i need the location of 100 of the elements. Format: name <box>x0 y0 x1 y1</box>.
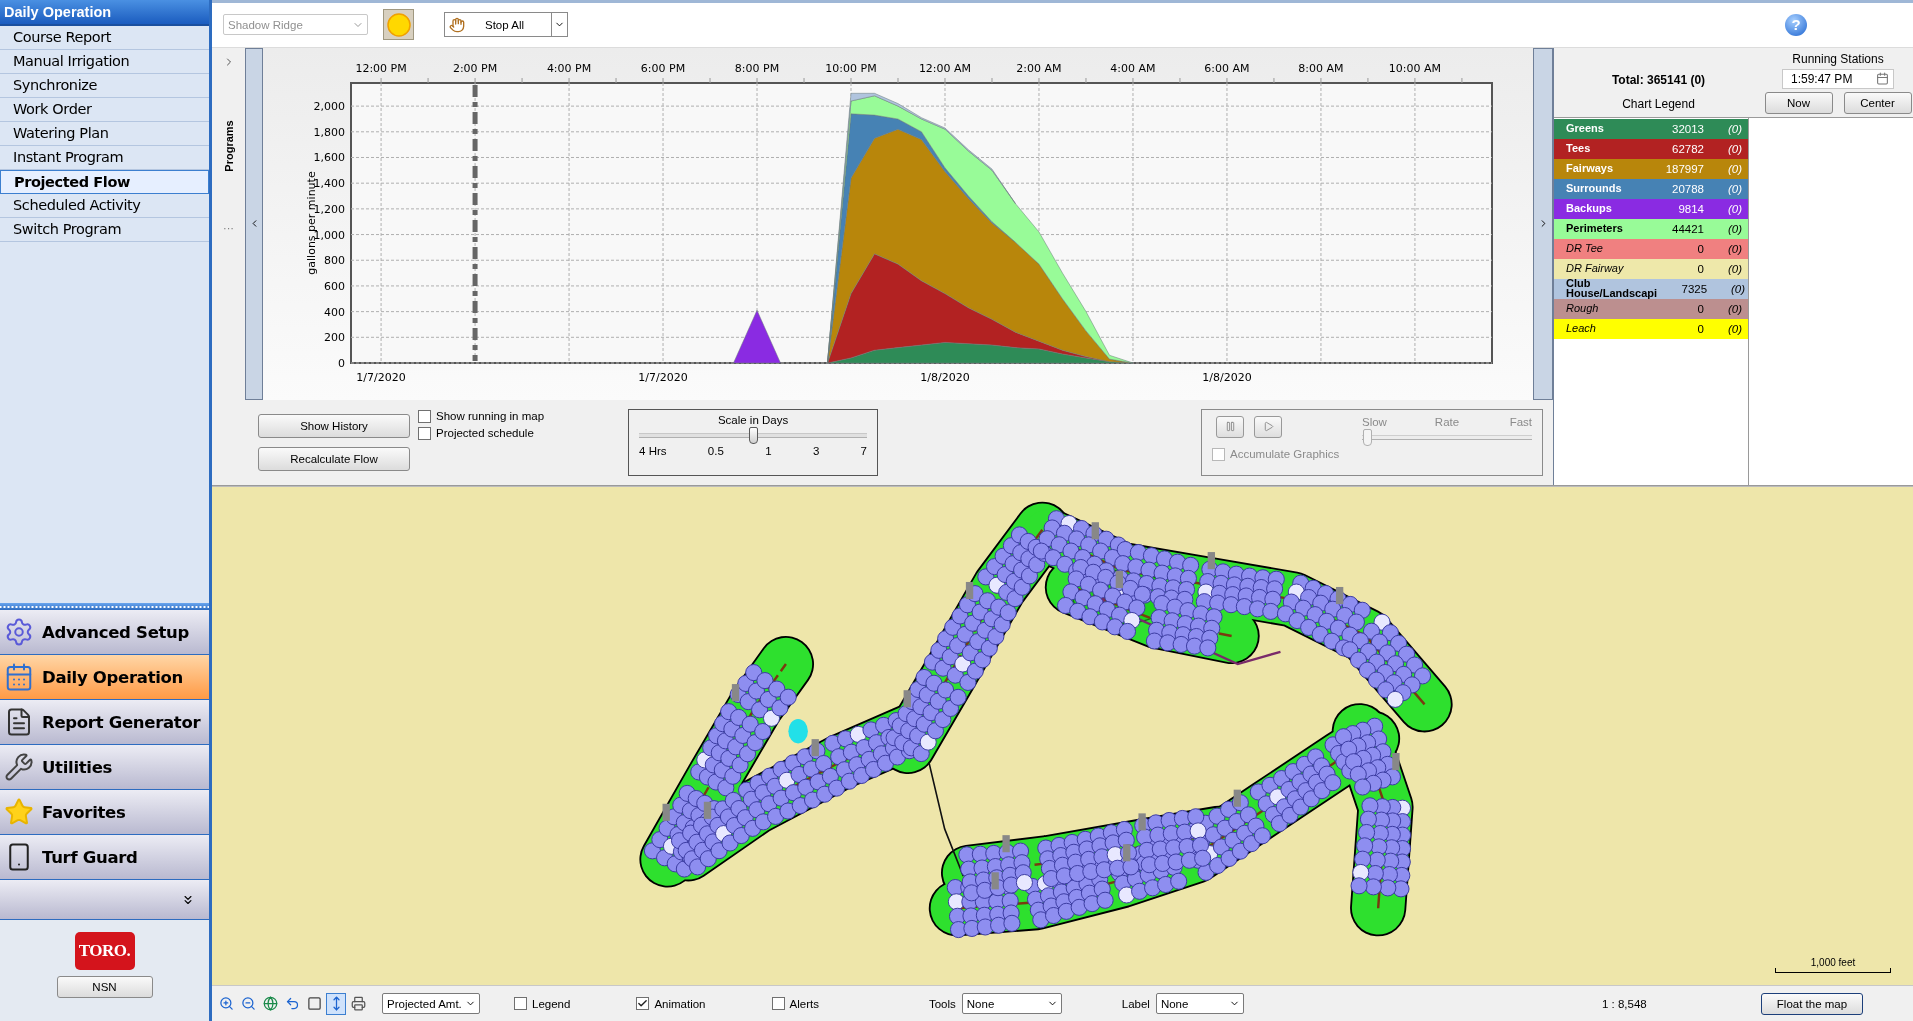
panel-button[interactable]: Now <box>1764 91 1833 114</box>
nav-button[interactable]: Advanced Setup <box>0 610 209 655</box>
print-icon <box>350 996 366 1012</box>
float-map-button[interactable]: Float the map <box>1761 992 1863 1015</box>
legend-name: DR Tee <box>1566 244 1604 254</box>
axis-label: 2,000 <box>313 100 345 113</box>
rate-title: Rate <box>1434 415 1460 428</box>
checkbox[interactable] <box>636 997 650 1011</box>
splitter-handle[interactable] <box>0 603 209 610</box>
slider-label: Fast <box>1508 415 1532 428</box>
legend-name: Rough <box>1566 304 1600 314</box>
checkbox-label: Legend <box>532 997 571 1010</box>
square-icon <box>306 996 322 1012</box>
tools-select[interactable]: None <box>961 993 1062 1015</box>
zoom-in-icon <box>218 996 234 1012</box>
checkbox[interactable] <box>418 409 431 423</box>
checkbox[interactable] <box>771 997 785 1011</box>
legend-name: Tees <box>1566 144 1592 154</box>
legend-count: (0) <box>1726 322 1742 335</box>
axis-label: 4:00 AM <box>1110 61 1156 75</box>
action-button[interactable]: Recalculate Flow <box>258 446 410 471</box>
legend-count: (0) <box>1726 242 1742 255</box>
axis-label: 2:00 PM <box>452 61 498 75</box>
axis-label: 12:00 AM <box>918 61 972 75</box>
axis-label: 8:00 PM <box>734 61 780 75</box>
tools-icon <box>4 752 34 782</box>
legend-count: (0) <box>1730 282 1746 295</box>
legend-name: Leach <box>1566 324 1597 334</box>
axis-label: 400 <box>324 305 345 319</box>
logo: TORO. <box>74 932 135 970</box>
legend-name: DR Fairway <box>1566 264 1625 274</box>
checkbox[interactable] <box>418 426 431 440</box>
axis-label: 6:00 AM <box>1204 61 1250 75</box>
nav-button[interactable]: Favorites <box>0 790 209 835</box>
stop-all-button[interactable]: Stop All <box>444 12 568 38</box>
map-tool-button[interactable] <box>326 992 346 1015</box>
legend-name: Club House/Landscapi <box>1566 279 1658 299</box>
calendar-icon <box>4 662 34 692</box>
action-button[interactable]: Show History <box>258 413 410 438</box>
axis-label: 1,600 <box>313 151 345 165</box>
select-label: Label <box>1121 997 1150 1010</box>
sidebar-title: Daily Operation <box>0 0 209 26</box>
axis-label: 6:00 PM <box>640 61 686 75</box>
nav-button[interactable]: Turf Guard <box>0 835 209 880</box>
running-stations-label: Running Stations <box>1792 51 1884 66</box>
total-text: Total: 365141 (0) <box>1611 72 1706 87</box>
layer-select[interactable]: Projected Amt. <box>382 993 480 1015</box>
axis-label: 8:00 AM <box>1298 61 1344 75</box>
tick-label: 0.5 <box>707 444 724 457</box>
sidebar-item[interactable]: Projected Flow <box>0 170 209 194</box>
axis-label: 10:00 AM <box>1388 61 1442 75</box>
checkbox[interactable] <box>514 997 527 1011</box>
flow-area <box>733 309 781 364</box>
time-field[interactable]: 1:59:47 PM <box>1782 68 1894 89</box>
programs-label: Programs <box>222 120 235 172</box>
legend-title: Chart Legend <box>1622 96 1695 111</box>
legend-value: 62782 <box>1671 142 1704 155</box>
collapse-bar[interactable] <box>245 47 263 400</box>
legend-value: 0 <box>1696 302 1704 315</box>
legend-count: (0) <box>1726 262 1742 275</box>
more-handle[interactable]: ··· <box>223 221 234 234</box>
slider-label: Slow <box>1362 415 1388 428</box>
slider-thumb[interactable] <box>749 426 759 444</box>
legend-value: 0 <box>1696 242 1704 255</box>
legend-value: 9814 <box>1677 202 1704 215</box>
user-button[interactable]: NSN <box>56 976 153 998</box>
legend-value: 7325 <box>1680 282 1708 295</box>
gear-icon <box>4 617 34 647</box>
checkbox-label: Alerts <box>789 997 819 1010</box>
legend-count: (0) <box>1726 122 1742 135</box>
axis-label: 0 <box>338 356 345 370</box>
legend-count: (0) <box>1726 182 1742 195</box>
tick-label: 7 <box>860 444 867 457</box>
legend-count: (0) <box>1726 202 1742 215</box>
legend-value: 0 <box>1696 262 1704 275</box>
select-label: Tools <box>928 997 956 1010</box>
date-label: 1/7/2020 <box>638 370 688 384</box>
nav-button[interactable]: Utilities <box>0 745 209 790</box>
nav-button[interactable]: Report Generator <box>0 700 209 745</box>
collapse-bar[interactable] <box>1533 47 1553 400</box>
label-select[interactable]: None <box>1155 993 1244 1015</box>
weather-button[interactable] <box>383 9 414 41</box>
axis-label: 600 <box>324 279 345 293</box>
legend-value: 20788 <box>1671 182 1704 195</box>
checkbox-label: Accumulate Graphics <box>1230 448 1340 461</box>
tick-label: 4 Hrs <box>639 444 667 457</box>
nav-button[interactable]: Daily Operation <box>0 655 209 700</box>
axis-label: 2:00 AM <box>1016 61 1062 75</box>
zoom-out-icon <box>240 996 256 1012</box>
axis-label: 4:00 PM <box>546 61 592 75</box>
panel-button[interactable]: Center <box>1843 91 1912 114</box>
legend-name: Fairways <box>1566 164 1615 174</box>
date-label: 1/8/2020 <box>920 370 970 384</box>
checkbox-label: Show running in map <box>436 410 545 423</box>
legend-value: 44421 <box>1671 222 1704 235</box>
pause-icon <box>1224 421 1236 433</box>
legend-value: 32013 <box>1671 122 1704 135</box>
legend-value: 187997 <box>1664 162 1704 175</box>
scale-bar-label: 1,000 feet <box>1810 957 1856 969</box>
checkbox-label: Projected schedule <box>436 427 534 440</box>
